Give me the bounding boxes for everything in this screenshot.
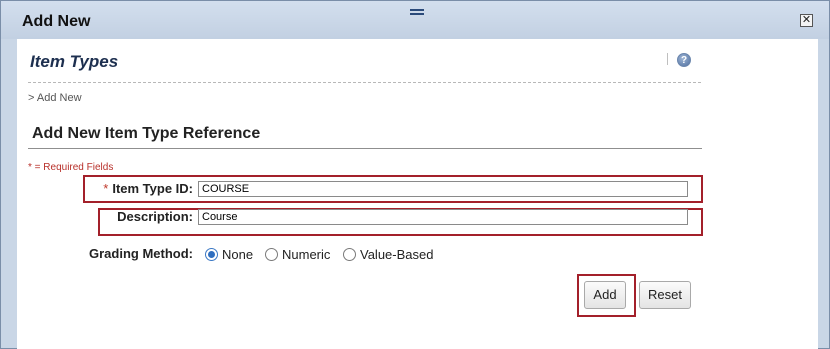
required-fields-note: * = Required Fields <box>28 162 114 173</box>
item-type-id-input[interactable] <box>198 181 688 197</box>
description-label: Description: <box>117 209 193 224</box>
radio-none[interactable] <box>205 248 218 261</box>
add-button[interactable]: Add <box>584 281 626 309</box>
reset-button[interactable]: Reset <box>639 281 691 309</box>
title-separator <box>667 53 668 65</box>
dialog-title: Add New <box>22 13 91 30</box>
dotted-divider <box>28 82 701 83</box>
radio-numeric-label[interactable]: Numeric <box>282 247 330 262</box>
drag-handle-icon[interactable] <box>410 9 424 15</box>
heading-divider <box>28 148 702 149</box>
page-title: Item Types <box>30 52 119 71</box>
item-type-id-label-text: Item Type ID: <box>112 181 193 196</box>
dialog-titlebar[interactable]: Add New ✕ <box>1 1 829 39</box>
add-new-dialog: Add New ✕ Item Types ? > Add New Add New… <box>0 0 830 349</box>
grading-method-label: Grading Method: <box>89 246 193 261</box>
radio-none-label[interactable]: None <box>222 247 253 262</box>
required-marker: * <box>103 181 109 196</box>
dialog-content: Item Types ? > Add New Add New Item Type… <box>17 39 818 349</box>
breadcrumb: > Add New <box>28 92 82 104</box>
radio-value-based-label[interactable]: Value-Based <box>360 247 433 262</box>
radio-numeric[interactable] <box>265 248 278 261</box>
radio-value-based[interactable] <box>343 248 356 261</box>
form-heading: Add New Item Type Reference <box>32 125 261 142</box>
item-type-id-label: * Item Type ID: <box>97 181 193 196</box>
description-input[interactable] <box>198 209 688 225</box>
help-icon[interactable]: ? <box>677 53 691 67</box>
close-icon[interactable]: ✕ <box>800 14 813 27</box>
